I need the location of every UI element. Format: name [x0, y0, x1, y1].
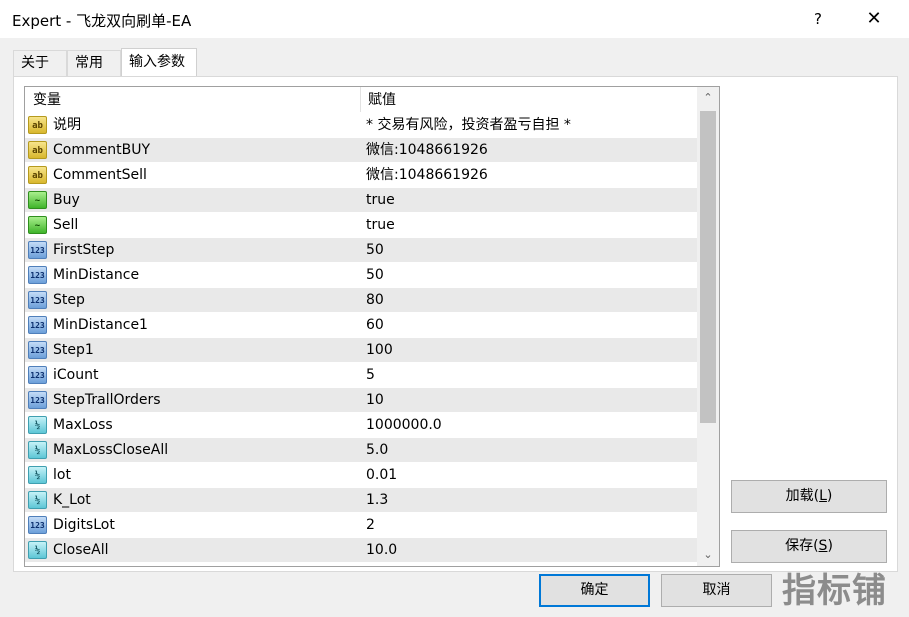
- variable-value[interactable]: 60: [366, 313, 384, 337]
- table-row[interactable]: 123 StepTrallOrders 10: [25, 387, 697, 412]
- variable-name: CommentBUY: [53, 142, 150, 158]
- cancel-button[interactable]: 取消: [661, 574, 772, 607]
- load-label-end: ): [826, 488, 833, 504]
- table-row[interactable]: ½ MaxLossCloseAll 5.0: [25, 437, 697, 462]
- variable-name: Sell: [53, 217, 79, 233]
- tab-inputs[interactable]: 输入参数: [121, 48, 197, 77]
- variable-value[interactable]: 100: [366, 338, 393, 362]
- variable-name: CommentSell: [53, 167, 147, 183]
- load-accel: L: [819, 488, 827, 504]
- save-label-end: ): [827, 538, 833, 554]
- variable-name: lot: [53, 467, 71, 483]
- close-button[interactable]: ✕: [856, 4, 892, 34]
- variable-value[interactable]: 1000000.0: [366, 413, 442, 437]
- int-type-icon: 123: [28, 341, 47, 359]
- table-row[interactable]: 123 MinDistance1 60: [25, 312, 697, 337]
- string-type-icon: ab: [28, 141, 47, 159]
- load-label: 加载(: [785, 488, 820, 504]
- save-label: 保存(: [785, 538, 819, 554]
- table-row[interactable]: 123 MinDistance 50: [25, 262, 697, 287]
- ok-button[interactable]: 确定: [539, 574, 650, 607]
- int-type-icon: 123: [28, 241, 47, 259]
- int-type-icon: 123: [28, 391, 47, 409]
- int-type-icon: 123: [28, 316, 47, 334]
- table-row[interactable]: ½ MaxLoss 1000000.0: [25, 412, 697, 437]
- variable-value[interactable]: 80: [366, 288, 384, 312]
- scroll-down-icon[interactable]: ⌄: [697, 544, 719, 566]
- variable-name: FirstStep: [53, 242, 115, 258]
- variable-name: Step: [53, 292, 85, 308]
- save-button[interactable]: 保存(S): [731, 530, 887, 563]
- string-type-icon: ab: [28, 116, 47, 134]
- variable-value[interactable]: 50: [366, 263, 384, 287]
- double-type-icon: ½: [28, 441, 47, 459]
- variable-name: MaxLoss: [53, 417, 113, 433]
- help-button[interactable]: ?: [803, 4, 833, 34]
- variable-value[interactable]: 50: [366, 238, 384, 262]
- variable-name: MinDistance1: [53, 317, 148, 333]
- table-row[interactable]: ab 说明 * 交易有风险，投资者盈亏自担 *: [25, 112, 697, 137]
- variable-value[interactable]: true: [366, 188, 395, 212]
- variable-name: Buy: [53, 192, 80, 208]
- column-header-variable[interactable]: 变量: [25, 87, 61, 113]
- load-button[interactable]: 加载(L): [731, 480, 887, 513]
- variable-value[interactable]: 0.01: [366, 463, 397, 487]
- table-row[interactable]: ab CommentSell 微信:1048661926: [25, 162, 697, 187]
- table-row[interactable]: 123 Step 80: [25, 287, 697, 312]
- variable-name: MinDistance: [53, 267, 140, 283]
- title-bar: Expert - 飞龙双向刷单-EA ? ✕: [0, 0, 909, 38]
- int-type-icon: 123: [28, 366, 47, 384]
- variable-value[interactable]: * 交易有风险，投资者盈亏自担 *: [366, 113, 571, 137]
- grid-header: 变量 赋值: [25, 87, 697, 113]
- tab-about[interactable]: 关于: [13, 50, 67, 76]
- window-title: Expert - 飞龙双向刷单-EA: [12, 12, 192, 30]
- double-type-icon: ½: [28, 541, 47, 559]
- bool-type-icon: ~: [28, 191, 47, 209]
- scroll-thumb[interactable]: [700, 111, 716, 423]
- grid-rows: ab 说明 * 交易有风险，投资者盈亏自担 * ab CommentBUY 微信:1048…: [25, 112, 697, 562]
- variable-name: Step1: [53, 342, 94, 358]
- table-row[interactable]: ab CommentBUY 微信:1048661926: [25, 137, 697, 162]
- variable-name: DigitsLot: [53, 517, 115, 533]
- variable-value[interactable]: 5.0: [366, 438, 388, 462]
- variable-value[interactable]: 5: [366, 363, 375, 387]
- table-row[interactable]: ~ Sell true: [25, 212, 697, 237]
- table-row[interactable]: ~ Buy true: [25, 187, 697, 212]
- variable-value[interactable]: 微信:1048661926: [366, 138, 488, 162]
- int-type-icon: 123: [28, 291, 47, 309]
- variable-value[interactable]: 2: [366, 513, 375, 537]
- bool-type-icon: ~: [28, 216, 47, 234]
- variable-name: K_Lot: [53, 492, 91, 508]
- variable-name: iCount: [53, 367, 99, 383]
- table-row[interactable]: 123 iCount 5: [25, 362, 697, 387]
- scroll-up-icon[interactable]: ⌃: [697, 87, 719, 109]
- vertical-scrollbar[interactable]: ⌃ ⌄: [697, 87, 719, 566]
- variable-value[interactable]: true: [366, 213, 395, 237]
- int-type-icon: 123: [28, 516, 47, 534]
- variable-name: CloseAll: [53, 542, 109, 558]
- variable-name: 说明: [53, 117, 81, 133]
- table-row[interactable]: 123 FirstStep 50: [25, 237, 697, 262]
- variable-name: StepTrallOrders: [53, 392, 161, 408]
- table-row[interactable]: ½ K_Lot 1.3: [25, 487, 697, 512]
- table-row[interactable]: ½ lot 0.01: [25, 462, 697, 487]
- variable-name: MaxLossCloseAll: [53, 442, 169, 458]
- double-type-icon: ½: [28, 416, 47, 434]
- table-row[interactable]: ½ CloseAll 10.0: [25, 537, 697, 562]
- table-row[interactable]: 123 Step1 100: [25, 337, 697, 362]
- double-type-icon: ½: [28, 466, 47, 484]
- double-type-icon: ½: [28, 491, 47, 509]
- tab-common[interactable]: 常用: [67, 50, 121, 76]
- table-row[interactable]: 123 DigitsLot 2: [25, 512, 697, 537]
- column-header-value[interactable]: 赋值: [360, 87, 396, 113]
- int-type-icon: 123: [28, 266, 47, 284]
- variable-value[interactable]: 10: [366, 388, 384, 412]
- string-type-icon: ab: [28, 166, 47, 184]
- variable-value[interactable]: 微信:1048661926: [366, 163, 488, 187]
- variable-value[interactable]: 10.0: [366, 538, 397, 562]
- watermark-logo: 指标铺: [782, 571, 887, 611]
- variable-value[interactable]: 1.3: [366, 488, 388, 512]
- parameters-grid: 变量 赋值 ab 说明 * 交易有风险，投资者盈亏自担 * ab CommentBUY 微…: [24, 86, 720, 567]
